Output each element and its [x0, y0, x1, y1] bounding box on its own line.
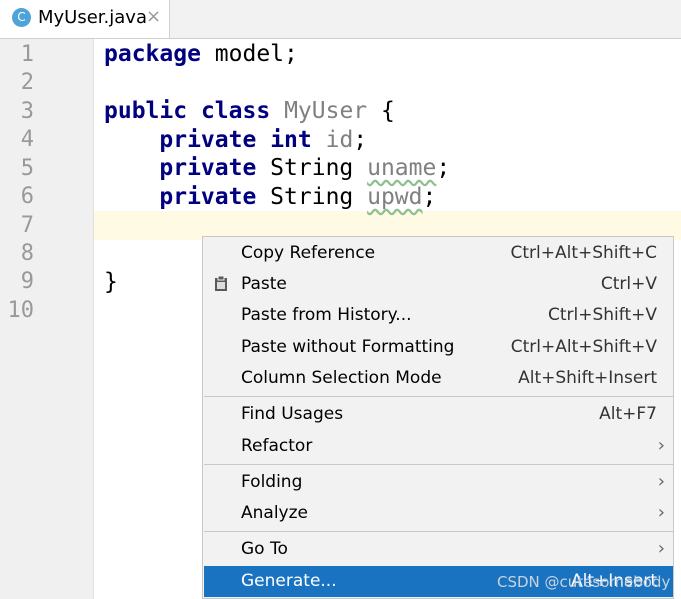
code-text: ;	[422, 184, 437, 210]
keyword: int	[270, 127, 312, 153]
field-name: upwd	[367, 184, 423, 210]
line-number: 10	[7, 298, 35, 323]
menu-item-label: Copy Reference	[241, 243, 376, 263]
menu-item-column-selection-mode[interactable]: Column Selection Mode Alt+Shift+Insert	[204, 363, 673, 394]
menu-item-shortcut: Alt+Shift+Insert	[518, 368, 657, 388]
chevron-right-icon: ›	[657, 471, 665, 492]
keyword: private	[159, 127, 257, 153]
code-text: String	[256, 155, 368, 181]
chevron-right-icon: ›	[657, 538, 665, 559]
code-text: {	[367, 98, 395, 124]
menu-item-analyze[interactable]: Analyze ›	[204, 498, 673, 529]
code-text: String	[256, 184, 368, 210]
keyword: package	[104, 41, 201, 67]
class-name: MyUser	[284, 98, 368, 124]
watermark: CSDN @cutesomebody	[497, 573, 671, 591]
code-line-6: private String upwd;	[104, 183, 436, 211]
code-text: ;	[353, 127, 368, 153]
line-number: 3	[20, 99, 34, 124]
menu-item-shortcut: Ctrl+Alt+Shift+C	[510, 243, 657, 263]
line-number: 5	[20, 156, 34, 181]
menu-item-label: Column Selection Mode	[241, 368, 442, 388]
menu-item-refactor[interactable]: Refactor ›	[204, 431, 673, 462]
tab-title: MyUser.java	[38, 7, 147, 28]
line-number: 6	[20, 184, 34, 209]
menu-separator	[204, 464, 673, 465]
line-number-gutter: 1 2 3 4 5 6 7 8 9 10	[0, 39, 94, 599]
field-name: id	[325, 127, 354, 153]
menu-item-label: Paste without Formatting	[241, 337, 455, 357]
code-text: model;	[200, 41, 298, 67]
line-number: 7	[20, 213, 34, 238]
line-number: 2	[20, 70, 34, 95]
context-menu: Copy Reference Ctrl+Alt+Shift+C Paste Ct…	[202, 236, 674, 599]
tab-myuser-java[interactable]: C MyUser.java ×	[0, 0, 170, 38]
menu-item-label: Folding	[241, 472, 303, 492]
menu-item-copy-reference[interactable]: Copy Reference Ctrl+Alt+Shift+C	[204, 238, 673, 269]
menu-item-label: Find Usages	[241, 404, 344, 424]
keyword: private	[159, 155, 257, 181]
chevron-right-icon: ›	[657, 435, 665, 456]
menu-item-shortcut: Ctrl+V	[600, 274, 657, 294]
code-text: ;	[436, 155, 451, 181]
code-line-9: }	[104, 269, 118, 295]
menu-item-go-to[interactable]: Go To ›	[204, 534, 673, 565]
code-line-4: private int id;	[104, 126, 367, 154]
menu-item-shortcut: Alt+F7	[599, 404, 657, 424]
menu-item-label: Analyze	[241, 503, 308, 523]
close-icon[interactable]: ×	[146, 6, 161, 27]
editor-tab-bar: C MyUser.java ×	[0, 0, 681, 39]
menu-item-label: Paste from History...	[241, 305, 412, 325]
menu-item-label: Generate...	[241, 571, 337, 591]
menu-item-label: Refactor	[241, 436, 313, 456]
clipboard-icon	[215, 276, 227, 291]
menu-item-label: Go To	[241, 539, 288, 559]
chevron-right-icon: ›	[657, 502, 665, 523]
menu-separator	[204, 531, 673, 532]
menu-item-shortcut: Ctrl+Shift+V	[547, 305, 657, 325]
keyword: public	[104, 98, 188, 124]
java-class-icon: C	[12, 8, 31, 27]
keyword: private	[159, 184, 257, 210]
line-number: 8	[20, 241, 34, 266]
line-number: 9	[20, 269, 34, 294]
menu-item-find-usages[interactable]: Find Usages Alt+F7	[204, 399, 673, 430]
menu-item-paste-from-history[interactable]: Paste from History... Ctrl+Shift+V	[204, 300, 673, 331]
line-number: 1	[20, 42, 34, 67]
menu-item-shortcut: Ctrl+Alt+Shift+V	[510, 337, 657, 357]
line-number: 4	[20, 127, 34, 152]
menu-item-paste-without-formatting[interactable]: Paste without Formatting Ctrl+Alt+Shift+…	[204, 332, 673, 363]
field-name: uname	[367, 155, 437, 181]
keyword: class	[200, 98, 271, 124]
code-line-5: private String uname;	[104, 154, 450, 182]
code-line-1: package model;	[104, 40, 298, 68]
menu-item-label: Paste	[241, 274, 287, 294]
code-line-3: public class MyUser {	[104, 97, 395, 125]
menu-item-folding[interactable]: Folding ›	[204, 467, 673, 498]
menu-item-paste[interactable]: Paste Ctrl+V	[204, 269, 673, 300]
menu-separator	[204, 396, 673, 397]
